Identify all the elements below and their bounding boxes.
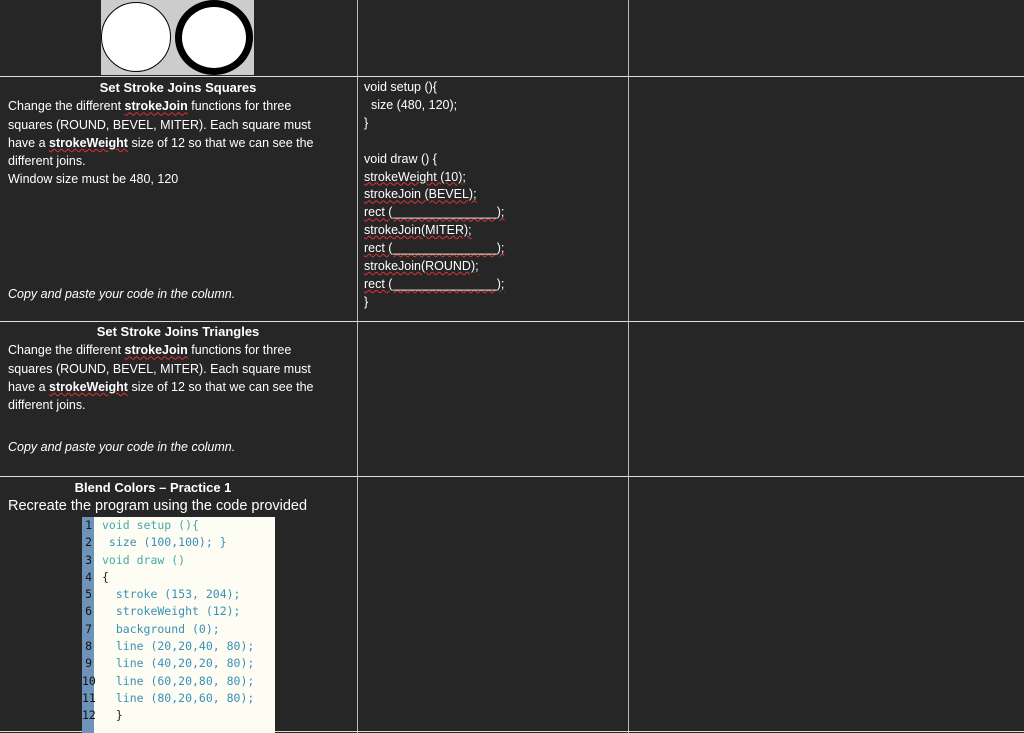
blend-colors-instructions: Blend Colors – Practice 1 Recreate the p… [8, 479, 348, 516]
stroke-joins-squares-instructions: Set Stroke Joins Squares Change the diff… [8, 79, 348, 189]
text-line: Change the different strokeJoin function… [8, 99, 292, 114]
line-number: 9 [85, 656, 92, 671]
column-divider [628, 0, 629, 733]
code-line: void draw () { [364, 151, 437, 166]
code-line: rect (_______________); [364, 205, 505, 220]
line-number: 3 [85, 552, 92, 567]
line-number: 7 [85, 621, 92, 636]
circles-output-image [101, 0, 254, 75]
line-number: 2 [85, 535, 92, 550]
thin-circle [101, 2, 171, 72]
line-number: 11 [82, 690, 96, 705]
code-line: line (40,20,20, 80); [102, 656, 255, 671]
code-line: void draw () [102, 552, 186, 567]
section-title: Set Stroke Joins Triangles [96, 324, 260, 339]
code-lines: void setup (){ size (100,100); } void dra… [102, 517, 254, 725]
line-number: 12 [82, 708, 96, 723]
text-line: have a strokeWeight size of 12 so that w… [8, 379, 314, 394]
line-number-gutter: 1 2 3 4 5 6 7 8 9 10 11 12 [82, 517, 96, 733]
text-line: Window size must be 480, 120 [8, 172, 179, 187]
code-line: line (80,20,60, 80); [102, 690, 255, 705]
thick-circle [175, 0, 253, 75]
copy-paste-note: Copy and paste your code in the column. [8, 287, 236, 301]
line-number: 4 [85, 569, 92, 584]
subtitle: Recreate the program using the code prov… [8, 498, 308, 515]
code-line: } [364, 115, 369, 130]
code-image: 1 2 3 4 5 6 7 8 9 10 11 12 void setup (){ size (100… [82, 517, 275, 733]
code-line: strokeJoin (BEVEL); [364, 187, 477, 202]
code-line: line (20,20,40, 80); [102, 639, 255, 654]
text-line: different joins. [8, 398, 86, 413]
code-line: stroke (153, 204); [102, 587, 241, 602]
line-number: 1 [85, 518, 92, 532]
code-line: } [102, 708, 123, 723]
section-title: Blend Colors – Practice 1 [74, 480, 232, 495]
code-line: strokeWeight (12); [102, 604, 241, 619]
column-divider [357, 0, 358, 733]
text-line: squares (ROUND, BEVEL, MITER). Each squa… [8, 117, 311, 132]
row-divider [0, 76, 1024, 77]
code-snippet-squares: void setup (){ size (480, 120);} void dra… [364, 79, 504, 312]
text-line: different joins. [8, 154, 86, 169]
code-line: size (480, 120); [364, 97, 458, 112]
row-divider [0, 321, 1024, 322]
line-number: 10 [82, 673, 96, 688]
section-title: Set Stroke Joins Squares [99, 80, 257, 95]
code-line: strokeJoin(ROUND); [364, 259, 479, 274]
text-line: squares (ROUND, BEVEL, MITER). Each squa… [8, 361, 311, 376]
line-number: 8 [85, 639, 92, 654]
code-line: rect (_______________); [364, 241, 505, 256]
code-line: } [364, 294, 369, 309]
line-number: 5 [85, 587, 92, 602]
stroke-joins-triangles-instructions: Set Stroke Joins Triangles Change the di… [8, 323, 348, 414]
code-line: void setup (){ [364, 80, 437, 94]
code-line: { [102, 569, 109, 584]
code-line: size (100,100); } [102, 535, 227, 550]
code-line: void setup (){ [102, 518, 199, 532]
text-line: Change the different strokeJoin function… [8, 343, 292, 358]
line-number: 6 [85, 604, 92, 619]
row-divider [0, 476, 1024, 477]
code-line: rect (_______________); [364, 276, 505, 291]
copy-paste-note: Copy and paste your code in the column. [8, 440, 236, 454]
code-line: strokeWeight (10); [364, 169, 466, 184]
code-line: strokeJoin(MITER); [364, 223, 472, 238]
code-line: background (0); [102, 621, 220, 636]
code-line: line (60,20,80, 80); [102, 673, 255, 688]
text-line: have a strokeWeight size of 12 so that w… [8, 135, 314, 150]
